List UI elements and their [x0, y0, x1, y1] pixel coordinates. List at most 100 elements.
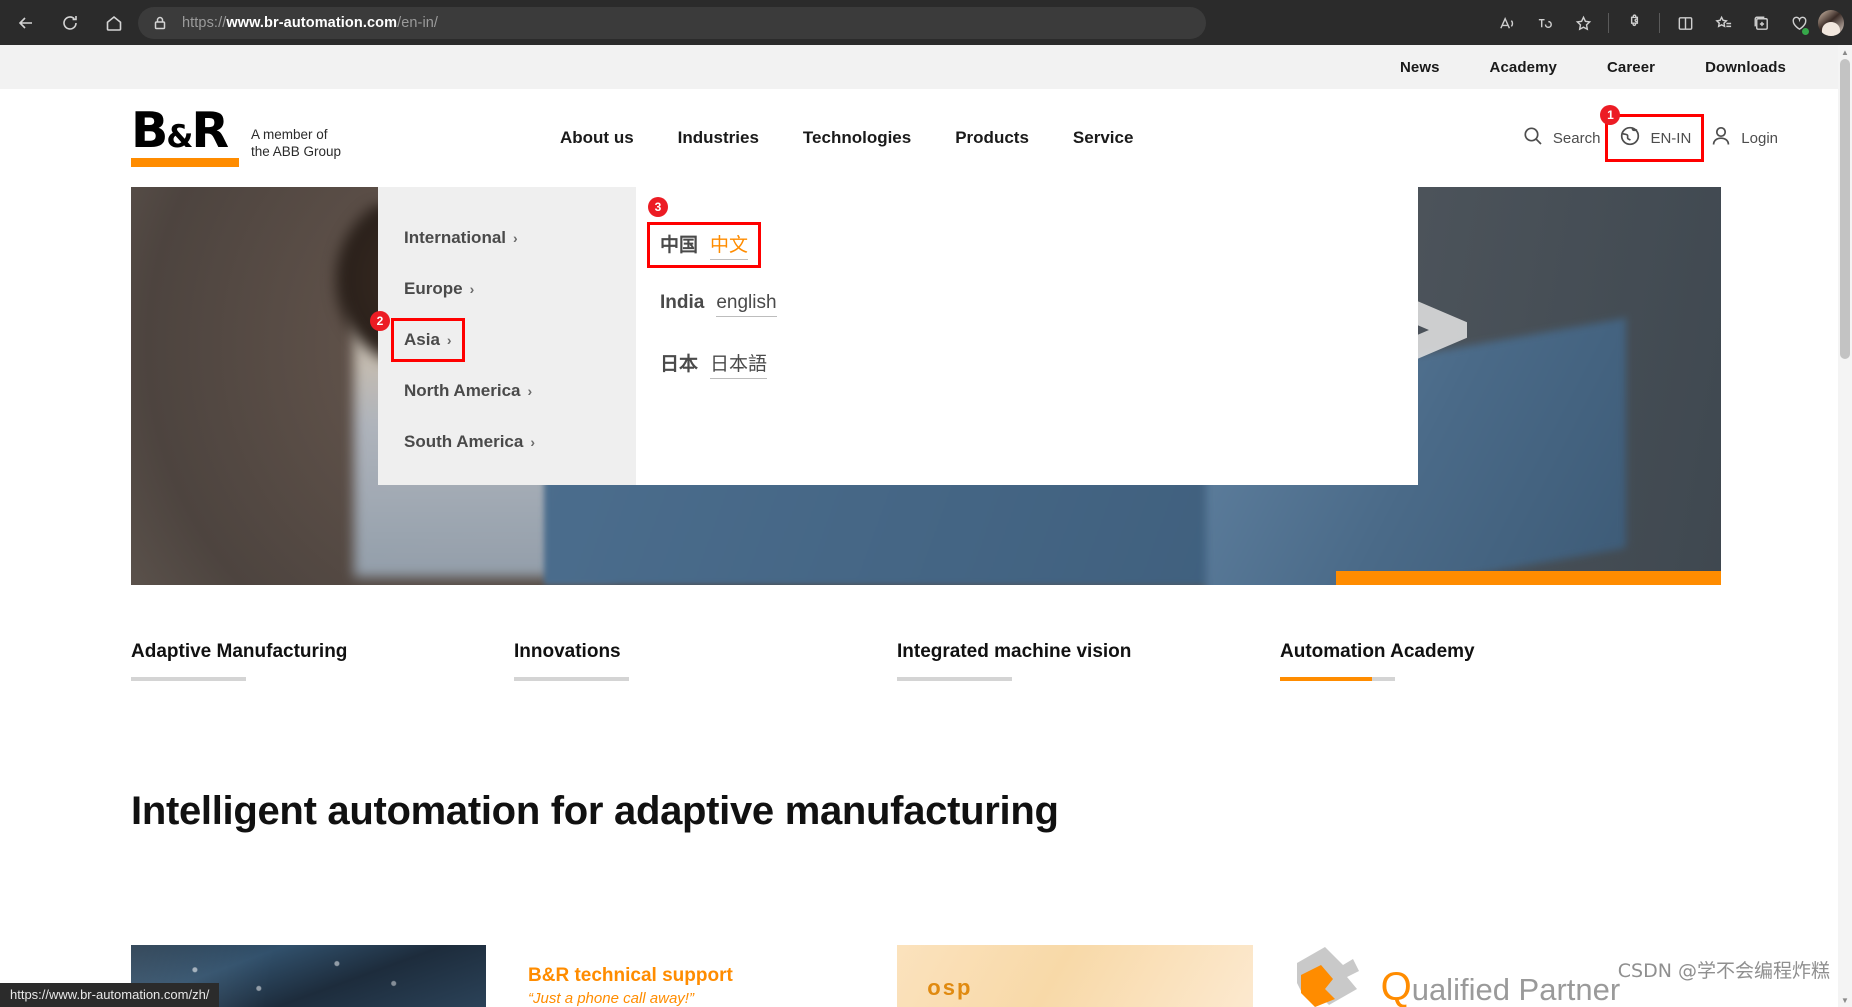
- nav-item-technologies[interactable]: Technologies: [803, 128, 911, 148]
- chevron-right-icon: ›: [469, 281, 475, 297]
- logo-mark: B&R: [131, 106, 239, 168]
- search-button[interactable]: Search: [1513, 118, 1609, 158]
- utility-nav-item-career[interactable]: Career: [1607, 59, 1655, 76]
- page-title: Intelligent automation for adaptive manu…: [131, 789, 1059, 833]
- quicklink-label: Innovations: [514, 641, 621, 662]
- address-bar[interactable]: https://www.br-automation.com/en-in/: [138, 7, 1206, 39]
- language-name: 日本語: [710, 349, 768, 379]
- card-osp[interactable]: osp: [897, 945, 1253, 1007]
- hero-orange-bar: [1336, 571, 1721, 585]
- search-icon: [1521, 124, 1545, 152]
- chevron-right-icon: ›: [527, 383, 533, 399]
- language-label: EN-IN: [1650, 129, 1692, 147]
- region-list: International › Europe › 2 Asia › North …: [370, 187, 636, 485]
- navigation-buttons: [6, 6, 134, 40]
- quicklink-underline: [131, 677, 246, 681]
- logo-tagline-line1: A member of: [251, 127, 328, 143]
- language-selector[interactable]: 1 EN-IN: [1600, 105, 1705, 162]
- url-scheme: https://: [182, 15, 227, 31]
- region-label: Asia: [404, 330, 440, 349]
- region-item-international[interactable]: International ›: [394, 219, 528, 257]
- language-option-china[interactable]: 3 中国 中文: [646, 197, 762, 268]
- quicklink-underline: [897, 677, 1012, 681]
- annotation-badge-2: 2: [370, 311, 390, 331]
- region-item-asia[interactable]: 2 Asia ›: [370, 311, 465, 362]
- back-arrow-icon[interactable]: [6, 6, 46, 40]
- toolbar-divider-2: [1659, 13, 1660, 33]
- logo-tagline: A member of the ABB Group: [251, 127, 341, 161]
- reload-icon[interactable]: [50, 6, 90, 40]
- region-item-south-america[interactable]: South America ›: [394, 423, 545, 461]
- quicklink-row: Adaptive Manufacturing Innovations Integ…: [131, 641, 1721, 681]
- support-title: B&R technical support: [528, 965, 733, 986]
- puzzle-piece-icon: [1296, 947, 1359, 1007]
- utility-nav: News Academy Career Downloads: [0, 45, 1852, 89]
- language-option-india[interactable]: India english: [650, 287, 787, 322]
- language-country: India: [660, 292, 705, 313]
- login-label: Login: [1741, 129, 1778, 147]
- content-card-row: B&R technical support “Just a phone call…: [131, 945, 1721, 1007]
- chevron-right-icon: ›: [513, 230, 518, 246]
- site-header: B&R A member of the ABB Group About us I…: [0, 89, 1852, 187]
- utility-nav-item-downloads[interactable]: Downloads: [1705, 59, 1786, 76]
- utility-nav-item-news[interactable]: News: [1400, 59, 1440, 76]
- nav-item-service[interactable]: Service: [1073, 128, 1134, 148]
- quicklink-innovations[interactable]: Innovations: [514, 641, 897, 681]
- chevron-right-icon: ›: [446, 332, 452, 348]
- quicklink-automation-academy[interactable]: Automation Academy: [1280, 641, 1663, 681]
- region-label: Europe: [404, 279, 463, 298]
- watermark: CSDN @学不会编程炸糕: [1617, 960, 1830, 982]
- read-aloud-icon[interactable]: [1488, 6, 1526, 40]
- main-nav: About us Industries Technologies Product…: [560, 89, 1133, 187]
- favorites-list-icon[interactable]: [1704, 6, 1742, 40]
- page-scrollbar[interactable]: ▲ ▼: [1838, 45, 1852, 1007]
- logo-letter-b: B: [131, 101, 168, 159]
- quicklink-underline: [514, 677, 629, 681]
- lock-icon: [152, 15, 168, 31]
- partner-label: Qualified Partner: [1381, 967, 1621, 1007]
- region-label: South America: [404, 432, 524, 451]
- scroll-down-arrow[interactable]: ▼: [1838, 993, 1852, 1007]
- scroll-up-arrow[interactable]: ▲: [1838, 45, 1852, 59]
- translate-icon[interactable]: [1526, 6, 1564, 40]
- language-country: 中国: [660, 235, 699, 256]
- favorite-star-icon[interactable]: [1564, 6, 1602, 40]
- region-label: International: [404, 228, 507, 247]
- login-button[interactable]: Login: [1701, 118, 1786, 158]
- toolbar-divider: [1608, 13, 1609, 33]
- nav-item-products[interactable]: Products: [955, 128, 1029, 148]
- search-label: Search: [1552, 129, 1601, 147]
- annotation-badge-1: 1: [1600, 105, 1621, 125]
- support-subtitle: “Just a phone call away!”: [528, 990, 694, 1007]
- quicklink-label: Adaptive Manufacturing: [131, 641, 348, 662]
- home-icon[interactable]: [94, 6, 134, 40]
- status-bar-url: https://www.br-automation.com/zh/: [0, 983, 220, 1007]
- collections-icon[interactable]: [1742, 6, 1780, 40]
- language-option-japan[interactable]: 日本 日本語: [650, 344, 777, 384]
- language-name: english: [716, 292, 777, 317]
- profile-avatar-icon[interactable]: [1818, 10, 1844, 36]
- site-logo[interactable]: B&R A member of the ABB Group: [131, 106, 341, 168]
- browser-essentials-icon[interactable]: [1780, 6, 1818, 40]
- quicklink-label: Automation Academy: [1280, 641, 1475, 662]
- logo-letter-r: R: [191, 101, 229, 159]
- quicklink-adaptive-manufacturing[interactable]: Adaptive Manufacturing: [131, 641, 514, 681]
- quicklink-underline: [1280, 677, 1395, 681]
- region-item-north-america[interactable]: North America ›: [394, 372, 542, 410]
- extensions-icon[interactable]: [1615, 6, 1653, 40]
- language-flyout-panel: International › Europe › 2 Asia › North …: [370, 187, 1418, 485]
- nav-item-industries[interactable]: Industries: [678, 128, 759, 148]
- quicklink-integrated-machine-vision[interactable]: Integrated machine vision: [897, 641, 1280, 681]
- scrollbar-thumb[interactable]: [1840, 59, 1850, 359]
- chevron-right-icon: ›: [530, 434, 536, 450]
- card-technical-support[interactable]: B&R technical support “Just a phone call…: [528, 945, 855, 1007]
- region-item-europe[interactable]: Europe ›: [394, 270, 484, 308]
- quicklink-label: Integrated machine vision: [897, 641, 1132, 662]
- partner-initial: Q: [1380, 965, 1412, 1007]
- nav-item-about-us[interactable]: About us: [560, 128, 634, 148]
- status-dot: [1801, 27, 1810, 36]
- split-screen-icon[interactable]: [1666, 6, 1704, 40]
- partner-rest: ualified Partner: [1411, 972, 1621, 1007]
- utility-nav-item-academy[interactable]: Academy: [1490, 59, 1557, 76]
- language-country: 日本: [660, 354, 699, 375]
